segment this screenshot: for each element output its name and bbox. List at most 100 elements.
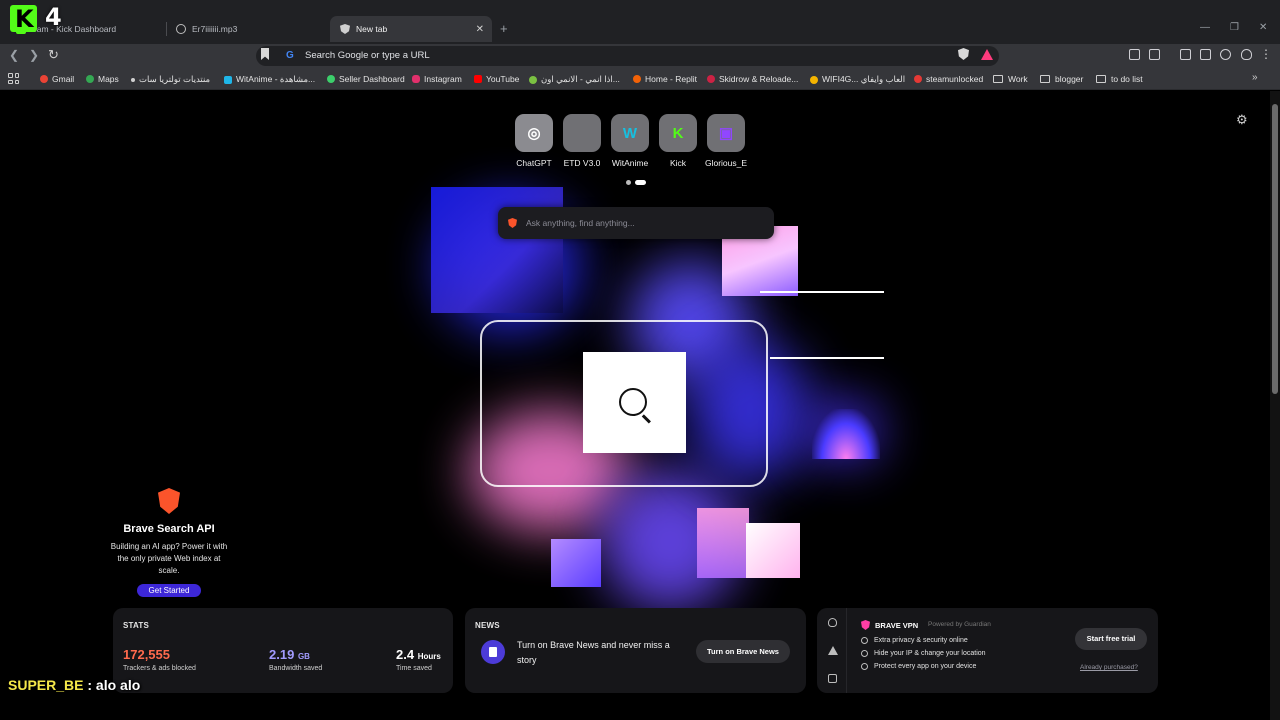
- toolbar: ❮ ❯ ↻ G Search Google or type a URL: [0, 44, 1280, 68]
- turn-on-news-button[interactable]: Turn on Brave News: [696, 640, 790, 663]
- close-window-icon[interactable]: ✕: [1259, 22, 1267, 33]
- omnibox[interactable]: G Search Google or type a URL: [256, 46, 999, 66]
- apps-icon[interactable]: [8, 73, 19, 84]
- top-site-label: Glorious_E: [704, 158, 748, 168]
- new-tab-page: ◎ ChatGPT ETD V3.0 W WitAnime K Kick ▣ G…: [0, 91, 1270, 720]
- bookmark-maps[interactable]: Maps: [86, 74, 119, 84]
- bookmarks-overflow-icon[interactable]: »: [1252, 72, 1258, 83]
- chat-username: SUPER_BE: [8, 677, 84, 693]
- brave-lion-icon: [508, 218, 517, 228]
- promo-description: Building an AI app? Power it with the on…: [110, 542, 228, 575]
- top-site-witanime[interactable]: W WitAnime: [611, 114, 649, 168]
- top-site-glorious[interactable]: ▣ Glorious_E: [705, 114, 747, 168]
- start-free-trial-button[interactable]: Start free trial: [1075, 628, 1147, 650]
- bookmark-folder-blogger[interactable]: blogger: [1040, 74, 1083, 84]
- magnifier-icon: [619, 388, 647, 416]
- bookmark-label: Skidrow & Reloade...: [719, 74, 799, 84]
- news-title: NEWS: [475, 621, 500, 630]
- omnibox-placeholder[interactable]: Search Google or type a URL: [305, 50, 430, 61]
- bookmark-label: Gmail: [52, 74, 75, 84]
- art-square: [431, 187, 563, 313]
- forward-icon[interactable]: ❯: [29, 48, 39, 62]
- menu-icon[interactable]: ⋮: [1260, 47, 1272, 61]
- gear-icon[interactable]: ⚙: [1236, 112, 1248, 128]
- bookmark-seller-dashboard[interactable]: Seller Dashboard: [327, 74, 405, 84]
- get-started-button[interactable]: Get Started: [136, 584, 202, 597]
- scrollbar-thumb[interactable]: [1272, 104, 1278, 394]
- wifi4g-icon: [810, 75, 818, 84]
- top-site-etd[interactable]: ETD V3.0: [563, 114, 601, 168]
- bookmark-wifi4g[interactable]: WIFI4G... العاب وايفاي: [810, 74, 905, 85]
- bookmark-forum[interactable]: منتديات تولتريا سات: [131, 74, 210, 85]
- folder-icon: [1096, 75, 1106, 83]
- bandwidth-stat: 2.19 GB Bandwidth saved: [269, 647, 322, 672]
- tab-title: Er7iiiiiii.mp3: [192, 24, 238, 34]
- artwork-search-card: [583, 352, 686, 453]
- bookmark-witanime[interactable]: WitAnime - مشاهدة...: [224, 74, 315, 85]
- bookmark-label: Maps: [98, 74, 119, 84]
- new-tab-button[interactable]: +: [500, 21, 508, 36]
- tab-strip: eam - Kick Dashboard Er7iiiiiii.mp3 New …: [0, 0, 1280, 44]
- pager-dot-active[interactable]: [635, 180, 646, 185]
- brave-search-box[interactable]: [498, 207, 774, 239]
- bookmark-instagram[interactable]: Instagram: [412, 74, 462, 84]
- maximize-icon[interactable]: ❐: [1230, 22, 1239, 33]
- time-unit: Hours: [417, 652, 441, 661]
- close-tab-icon[interactable]: ✕: [476, 24, 484, 35]
- google-icon: G: [286, 50, 294, 61]
- brave-lion-icon: [158, 488, 180, 514]
- reload-icon[interactable]: ↻: [48, 47, 59, 63]
- tab-new-tab[interactable]: New tab ✕: [330, 16, 492, 42]
- bookmark-replit[interactable]: Home - Replit: [633, 74, 697, 84]
- instagram-icon: [412, 75, 420, 83]
- bookmark-label: steamunlocked: [926, 74, 984, 84]
- vpn-shield-icon: [861, 620, 870, 630]
- witanime-icon: W: [611, 114, 649, 152]
- screenshot-icon[interactable]: [1149, 49, 1160, 60]
- tab-mp3[interactable]: Er7iiiiiii.mp3: [166, 16, 326, 42]
- sidebar-icon[interactable]: [1180, 49, 1191, 60]
- bookmark-steamunlocked[interactable]: steamunlocked: [914, 74, 983, 84]
- bookmark-skidrow[interactable]: Skidrow & Reloade...: [707, 74, 798, 84]
- leo-ai-icon[interactable]: [1220, 49, 1231, 60]
- folder-icon: [993, 75, 1003, 83]
- kick-logo-icon: [10, 5, 37, 33]
- vpn-icon[interactable]: [1241, 49, 1252, 60]
- bookmark-folder-work[interactable]: Work: [993, 74, 1028, 84]
- extensions-icon[interactable]: [1129, 49, 1140, 60]
- maps-icon: [86, 75, 94, 83]
- bookmark-folder-todo[interactable]: to do list: [1096, 74, 1143, 84]
- already-purchased-link[interactable]: Already purchased?: [1080, 664, 1138, 671]
- vpn-tab-icon[interactable]: [828, 618, 837, 627]
- minimize-icon[interactable]: —: [1200, 22, 1210, 33]
- top-site-kick[interactable]: K Kick: [659, 114, 697, 168]
- bookmark-youtube[interactable]: YouTube: [474, 74, 519, 84]
- brave-shield-icon: [340, 24, 350, 34]
- bookmark-anime[interactable]: اذا انمي - الانمي اون...: [529, 74, 620, 85]
- youtube-icon: [474, 75, 482, 83]
- search-input[interactable]: [526, 214, 756, 232]
- list-item: Protect every app on your device: [861, 663, 986, 670]
- stats-card: STATS 172,555 Trackers & ads blocked 2.1…: [113, 608, 453, 693]
- list-item: Hide your IP & change your location: [861, 650, 986, 657]
- bookmark-gmail[interactable]: Gmail: [40, 74, 74, 84]
- tab-title: New tab: [356, 24, 388, 34]
- top-site-chatgpt[interactable]: ◎ ChatGPT: [515, 114, 553, 168]
- brave-rewards-icon[interactable]: [981, 49, 993, 60]
- forum-icon: [131, 77, 135, 82]
- chatgpt-icon: ◎: [515, 114, 553, 152]
- wallet-icon[interactable]: [1200, 49, 1211, 60]
- rewards-tab-icon[interactable]: [828, 646, 838, 655]
- bookmark-label: YouTube: [486, 74, 520, 84]
- talk-tab-icon[interactable]: [828, 674, 837, 683]
- search-api-promo: Brave Search API Building an AI app? Pow…: [106, 488, 232, 598]
- anime-icon: [529, 75, 537, 84]
- bookmark-label: Instagram: [424, 74, 462, 84]
- bookmark-label: WIFI4G... العاب وايفاي: [822, 74, 906, 84]
- back-icon[interactable]: ❮: [9, 48, 19, 62]
- bandwidth-unit: GB: [297, 652, 310, 661]
- pager-dot[interactable]: [626, 180, 631, 185]
- globe-icon: [176, 24, 186, 34]
- time-stat: 2.4 Hours Time saved: [396, 647, 441, 672]
- list-item: Extra privacy & security online: [861, 637, 986, 644]
